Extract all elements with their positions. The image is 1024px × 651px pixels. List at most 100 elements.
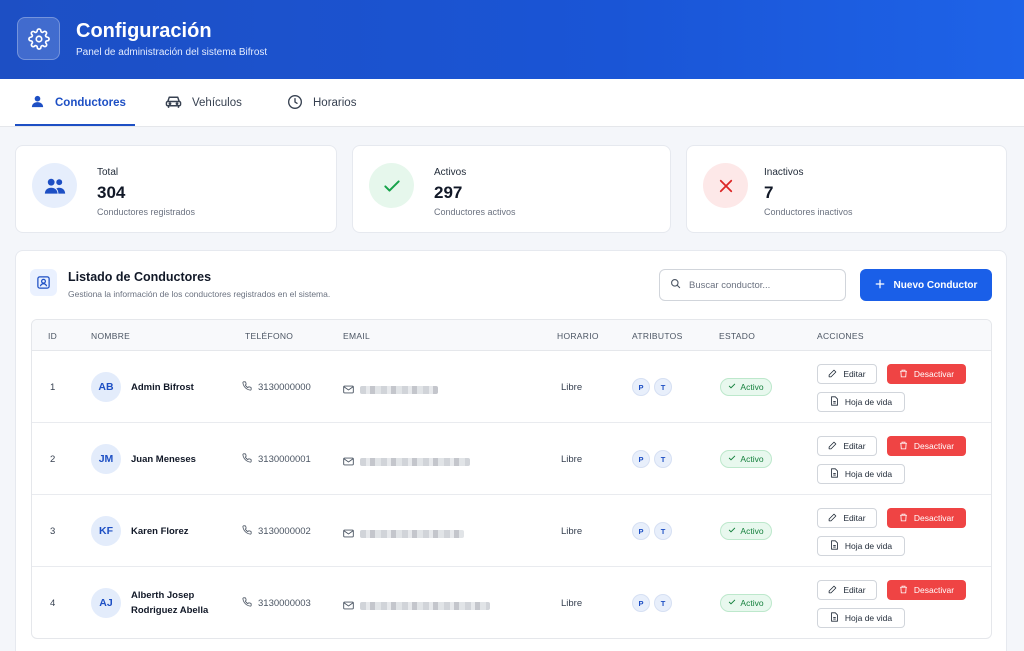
new-driver-button[interactable]: Nuevo Conductor	[860, 269, 992, 301]
pencil-icon	[828, 513, 837, 524]
row-id: 3	[50, 526, 56, 537]
avatar: AJ	[91, 588, 121, 618]
driver-name: Juan Meneses	[131, 454, 196, 465]
phone-icon	[242, 597, 252, 610]
cv-button[interactable]: Hoja de vida	[817, 608, 905, 628]
column-header-estado: ESTADO	[719, 331, 756, 341]
column-header-atributos: ATRIBUTOS	[632, 331, 683, 341]
column-header-email: EMAIL	[343, 331, 371, 341]
status-badge: Activo	[720, 378, 772, 396]
phone-cell: 3130000003	[242, 597, 311, 610]
document-icon	[830, 612, 839, 624]
mail-icon	[343, 381, 354, 399]
trash-icon	[899, 369, 908, 380]
attribute-badge: T	[654, 594, 672, 612]
document-icon	[830, 396, 839, 408]
deactivate-button[interactable]: Desactivar	[887, 508, 966, 528]
attribute-badge: P	[632, 522, 650, 540]
cv-button[interactable]: Hoja de vida	[817, 392, 905, 412]
stat-description: Conductores inactivos	[764, 207, 853, 217]
new-driver-label: Nuevo Conductor	[893, 279, 978, 291]
tab-conductores[interactable]: Conductores	[30, 79, 126, 127]
app-header: Configuración Panel de administración de…	[0, 0, 1024, 79]
phone-number: 3130000000	[258, 382, 311, 393]
schedule: Libre	[561, 598, 583, 609]
drivers-table: ID NOMBRE TELÉFONO EMAIL HORARIO ATRIBUT…	[31, 319, 992, 639]
cv-button[interactable]: Hoja de vida	[817, 464, 905, 484]
edit-button[interactable]: Editar	[817, 508, 877, 528]
stat-value: 297	[434, 183, 463, 202]
edit-button[interactable]: Editar	[817, 580, 877, 600]
mail-icon	[343, 597, 354, 615]
status-text: Activo	[740, 382, 764, 392]
avatar: KF	[91, 516, 121, 546]
status-badge: Activo	[720, 450, 772, 468]
table-row: 3 KF Karen Florez 3130000002 Libre P T A…	[32, 495, 991, 567]
check-icon	[728, 598, 736, 608]
phone-number: 3130000002	[258, 526, 311, 537]
redacted-email	[360, 458, 470, 466]
edit-label: Editar	[843, 585, 866, 595]
list-title: Listado de Conductores	[68, 270, 212, 284]
car-icon	[165, 94, 182, 112]
attribute-badge: T	[654, 522, 672, 540]
column-header-horario: HORARIO	[557, 331, 599, 341]
stat-value: 7	[764, 183, 774, 202]
tab-horarios[interactable]: Horarios	[287, 79, 356, 127]
x-icon	[703, 163, 748, 208]
page-subtitle: Panel de administración del sistema Bifr…	[76, 47, 268, 58]
tab-label: Conductores	[55, 97, 126, 109]
deactivate-button[interactable]: Desactivar	[887, 436, 966, 456]
schedule: Libre	[561, 382, 583, 393]
row-id: 1	[50, 382, 56, 393]
mail-icon	[343, 453, 354, 471]
stat-label: Inactivos	[764, 167, 804, 178]
schedule: Libre	[561, 454, 583, 465]
search-input[interactable]	[689, 279, 829, 291]
deactivate-button[interactable]: Desactivar	[887, 364, 966, 384]
clock-icon	[287, 94, 303, 113]
gear-icon	[17, 17, 60, 60]
attribute-badge: T	[654, 378, 672, 396]
column-header-nombre: NOMBRE	[91, 331, 131, 341]
phone-cell: 3130000001	[242, 453, 311, 466]
plus-icon	[875, 279, 885, 292]
driver-name: Admin Bifrost	[131, 382, 194, 393]
search-box[interactable]	[659, 269, 846, 301]
active-tab-indicator	[15, 124, 135, 126]
edit-label: Editar	[843, 369, 866, 379]
tab-vehiculos[interactable]: Vehículos	[165, 79, 242, 127]
email-cell	[343, 453, 470, 471]
stat-description: Conductores registrados	[97, 207, 196, 217]
phone-icon	[242, 381, 252, 394]
attribute-badge: P	[632, 594, 650, 612]
edit-button[interactable]: Editar	[817, 436, 877, 456]
user-icon	[30, 94, 45, 112]
attribute-badge: T	[654, 450, 672, 468]
status-text: Activo	[740, 454, 764, 464]
edit-label: Editar	[843, 441, 866, 451]
attribute-badge: P	[632, 450, 650, 468]
contact-card-icon	[30, 269, 57, 296]
email-cell	[343, 525, 464, 543]
deactivate-label: Desactivar	[913, 441, 955, 451]
document-icon	[830, 540, 839, 552]
row-id: 4	[50, 598, 56, 609]
pencil-icon	[828, 585, 837, 596]
status-text: Activo	[740, 598, 764, 608]
stat-description: Conductores activos	[434, 207, 516, 217]
phone-cell: 3130000002	[242, 525, 311, 538]
check-icon	[369, 163, 414, 208]
deactivate-button[interactable]: Desactivar	[887, 580, 966, 600]
edit-button[interactable]: Editar	[817, 364, 877, 384]
avatar: AB	[91, 372, 121, 402]
check-icon	[728, 382, 736, 392]
check-icon	[728, 526, 736, 536]
stat-card-inactivos: Inactivos 7 Conductores inactivos	[686, 145, 1007, 233]
stat-label: Activos	[434, 167, 467, 178]
cv-label: Hoja de vida	[844, 397, 893, 407]
deactivate-label: Desactivar	[913, 513, 955, 523]
search-icon	[670, 276, 681, 294]
cv-button[interactable]: Hoja de vida	[817, 536, 905, 556]
status-badge: Activo	[720, 522, 772, 540]
